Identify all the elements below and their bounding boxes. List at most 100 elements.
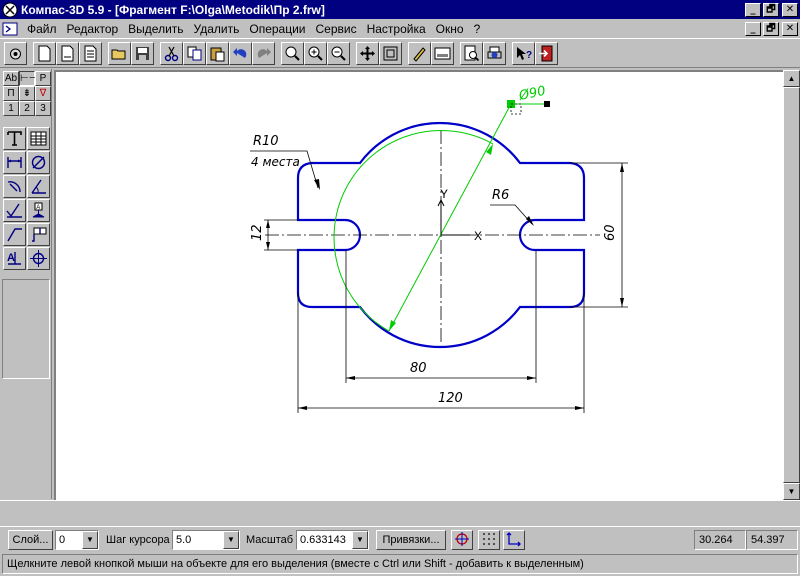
zoom-window-button[interactable] bbox=[281, 41, 304, 65]
restore-button[interactable]: 🗗 bbox=[763, 2, 779, 17]
cut-line-button[interactable]: A bbox=[3, 247, 26, 270]
dim-diameter-text[interactable]: Ø90 bbox=[517, 84, 547, 104]
diameter-dimension-icon bbox=[31, 155, 46, 170]
hint-text: Щелкните левой кнопкой мыши на объекте д… bbox=[2, 554, 798, 574]
zoom-fit-button[interactable] bbox=[379, 41, 402, 65]
menu-file[interactable]: Файл bbox=[22, 22, 62, 36]
dim-80-text[interactable]: 80 bbox=[410, 361, 427, 376]
scale-combo[interactable]: 0.633143 ▼ bbox=[296, 530, 369, 550]
tab-page[interactable]: П bbox=[3, 86, 19, 101]
compact-panel: Ab ⊢⊣ P П ⇟ ∇ 1 2 3 A A bbox=[0, 69, 52, 499]
center-mark-button[interactable] bbox=[27, 247, 50, 270]
radius-dimension-icon bbox=[7, 181, 21, 193]
dim-r10-note-text[interactable]: 4 места bbox=[251, 155, 300, 169]
leader-button[interactable] bbox=[3, 223, 26, 246]
drawing-svg[interactable]: Ø90 R10 4 места R6 12 60 80 120 Y X bbox=[56, 72, 783, 500]
vertical-scrollbar[interactable]: ▲ ▼ bbox=[783, 70, 800, 500]
svg-text:A: A bbox=[7, 252, 15, 264]
scale-dropdown-arrow[interactable]: ▼ bbox=[352, 531, 368, 549]
tolerance-button[interactable] bbox=[27, 223, 50, 246]
snaps-button[interactable]: Привязки... bbox=[376, 530, 446, 550]
table-tool-button[interactable] bbox=[27, 127, 50, 150]
grid-button[interactable] bbox=[478, 530, 500, 550]
menu-select[interactable]: Выделить bbox=[123, 22, 188, 36]
drawing-canvas[interactable]: Ø90 R10 4 места R6 12 60 80 120 Y X bbox=[54, 70, 783, 500]
minimize-button[interactable]: _ bbox=[745, 2, 761, 17]
menu-settings[interactable]: Настройка bbox=[362, 22, 431, 36]
refresh-icon bbox=[413, 46, 426, 62]
tab-dimensions[interactable]: ⊢⊣ bbox=[19, 71, 37, 86]
diameter-dimension-button[interactable] bbox=[27, 151, 50, 174]
tab-text-mode[interactable]: Ab bbox=[3, 71, 19, 86]
document-icon[interactable] bbox=[2, 22, 18, 36]
paste-button[interactable] bbox=[206, 41, 229, 65]
undo-button[interactable] bbox=[229, 41, 252, 65]
layer-button[interactable]: Слой... bbox=[8, 530, 53, 550]
new-text-button[interactable] bbox=[79, 41, 102, 65]
snap-mode-button[interactable] bbox=[451, 530, 473, 550]
menu-edit[interactable]: Редактор bbox=[62, 22, 124, 36]
layer-dropdown-arrow[interactable]: ▼ bbox=[82, 531, 98, 549]
zoom-out-button[interactable] bbox=[327, 41, 350, 65]
close-button[interactable]: ✕ bbox=[782, 2, 798, 17]
cursor-step-combo[interactable]: 5.0 ▼ bbox=[172, 530, 240, 550]
selection-grip-right[interactable] bbox=[544, 101, 550, 107]
linear-dimension-button[interactable] bbox=[3, 151, 26, 174]
refresh-button[interactable] bbox=[408, 41, 431, 65]
doc-restore-button[interactable]: 🗗 bbox=[763, 21, 779, 36]
cursor-step-dropdown-arrow[interactable]: ▼ bbox=[223, 531, 239, 549]
menu-service[interactable]: Сервис bbox=[311, 22, 362, 36]
menu-window[interactable]: Окно bbox=[431, 22, 469, 36]
open-button[interactable] bbox=[108, 41, 131, 65]
new-sheet-button[interactable] bbox=[56, 41, 79, 65]
tab-page-2[interactable]: 2 bbox=[19, 101, 35, 116]
doc-close-button[interactable]: ✕ bbox=[782, 21, 798, 36]
diameter-dimension-line[interactable] bbox=[388, 103, 548, 332]
doc-minimize-button[interactable]: _ bbox=[745, 21, 761, 36]
save-button[interactable] bbox=[131, 41, 154, 65]
dim-r10-text[interactable]: R10 bbox=[253, 134, 279, 149]
roughness-button[interactable] bbox=[3, 199, 26, 222]
radius-dimension-button[interactable] bbox=[3, 175, 26, 198]
dim-slot-text[interactable]: 12 bbox=[250, 224, 265, 241]
dim-height-text[interactable]: 60 bbox=[603, 224, 618, 241]
tab-parameters[interactable]: P bbox=[35, 71, 51, 86]
linear-dimension-icon bbox=[7, 157, 22, 168]
text-tool-button[interactable] bbox=[3, 127, 26, 150]
zoom-in-button[interactable] bbox=[304, 41, 327, 65]
layer-combo[interactable]: 0 ▼ bbox=[55, 530, 99, 550]
menu-operations[interactable]: Операции bbox=[244, 22, 310, 36]
pan-button[interactable] bbox=[356, 41, 379, 65]
kompas-app-icon[interactable] bbox=[2, 2, 18, 18]
save-icon bbox=[136, 46, 149, 60]
base-designation-button[interactable]: A bbox=[27, 199, 50, 222]
cut-line-icon: A bbox=[7, 252, 21, 265]
new-document-button[interactable] bbox=[33, 41, 56, 65]
cut-button[interactable] bbox=[160, 41, 183, 65]
dim-r6-text[interactable]: R6 bbox=[492, 188, 509, 203]
open-folder-icon bbox=[111, 49, 126, 59]
scroll-thumb[interactable] bbox=[783, 87, 800, 483]
copy-button[interactable] bbox=[183, 41, 206, 65]
center-mark-icon bbox=[30, 250, 47, 267]
context-help-button[interactable]: ? bbox=[512, 41, 535, 65]
angle-dimension-button[interactable] bbox=[27, 175, 50, 198]
menu-help[interactable]: ? bbox=[469, 22, 486, 36]
local-coordinates-button[interactable] bbox=[503, 530, 525, 550]
tab-edit[interactable]: ∇ bbox=[35, 86, 51, 101]
tab-measure[interactable]: ⇟ bbox=[19, 86, 35, 101]
properties-button[interactable] bbox=[431, 41, 454, 65]
exit-button[interactable] bbox=[535, 41, 558, 65]
special-control-bar bbox=[0, 500, 800, 526]
scroll-down-button[interactable]: ▼ bbox=[783, 483, 800, 500]
tab-page-1[interactable]: 1 bbox=[3, 101, 19, 116]
redo-button[interactable] bbox=[252, 41, 275, 65]
diameter-circle-arc[interactable] bbox=[333, 130, 494, 332]
tab-page-3[interactable]: 3 bbox=[35, 101, 51, 116]
snapshot-button[interactable] bbox=[4, 41, 27, 65]
dim-120-text[interactable]: 120 bbox=[438, 391, 463, 406]
menu-delete[interactable]: Удалить bbox=[189, 22, 245, 36]
scroll-up-button[interactable]: ▲ bbox=[783, 70, 800, 87]
print-button[interactable] bbox=[483, 41, 506, 65]
print-preview-button[interactable] bbox=[460, 41, 483, 65]
